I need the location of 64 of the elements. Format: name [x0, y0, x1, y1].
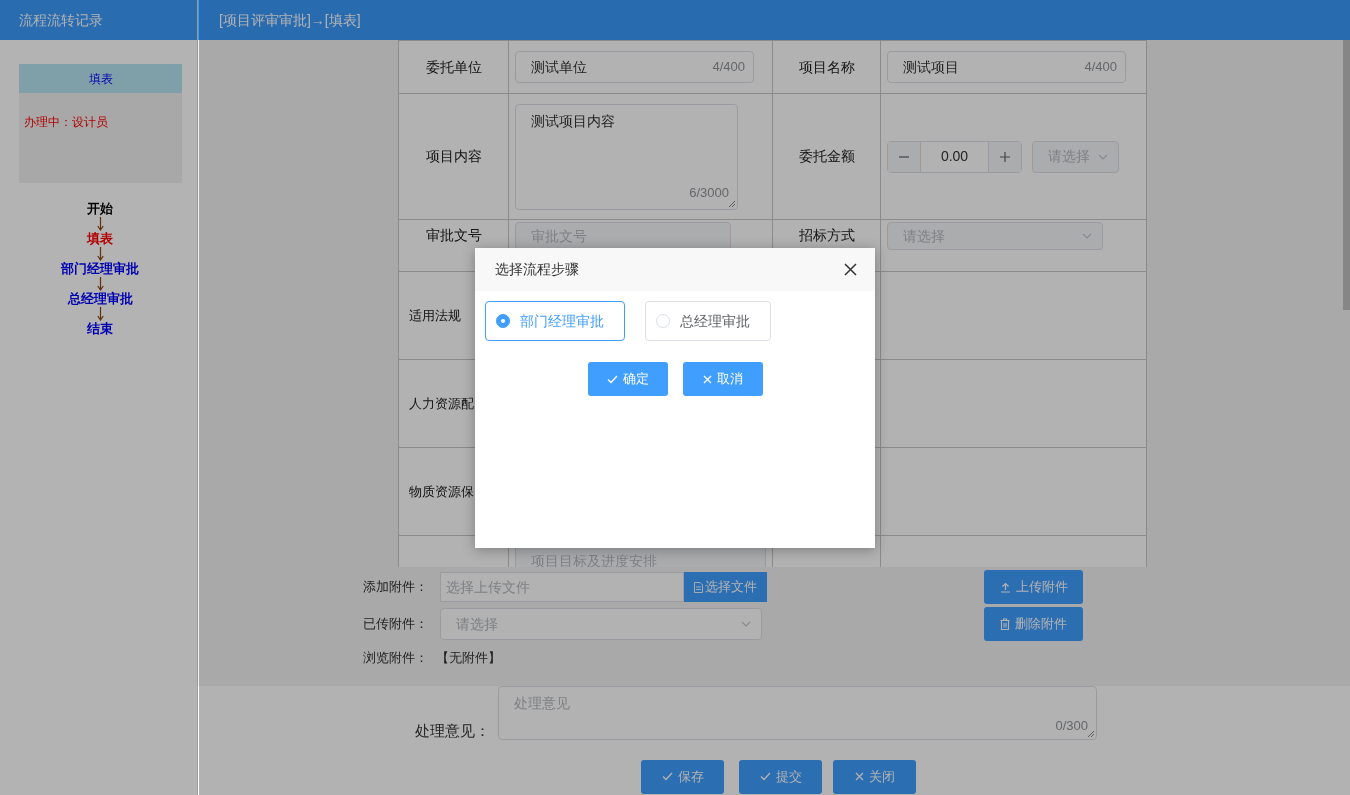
field-label: 项目内容: [425, 147, 482, 166]
check-icon: [661, 772, 673, 781]
scrollbar[interactable]: [1343, 40, 1350, 310]
plus-icon: [999, 150, 1011, 163]
check-icon: [759, 772, 771, 781]
arrow-down-icon: [96, 217, 104, 231]
save-button[interactable]: 保存: [641, 759, 724, 794]
field-label: 委托单位: [425, 57, 482, 77]
character-counter: 6/3000: [689, 184, 729, 202]
submit-button[interactable]: 提交: [739, 759, 822, 794]
character-counter: 4/400: [712, 58, 745, 77]
field-label: 物质资源保: [409, 482, 474, 501]
arrow-down-icon: [96, 307, 104, 321]
arrow-down-icon: [96, 277, 104, 291]
close-icon: [844, 263, 857, 276]
chevron-down-icon: [1082, 233, 1092, 239]
field-label: 项目名称: [798, 57, 855, 77]
check-icon: [606, 374, 618, 384]
text-area[interactable]: 测试项目内容 6/3000: [515, 103, 738, 210]
flow-step: 开始: [87, 201, 113, 217]
chevron-down-icon: [741, 621, 751, 627]
trash-icon: [1000, 618, 1010, 630]
field-label: 已传附件：: [363, 615, 428, 634]
close-button[interactable]: 关闭: [833, 759, 916, 794]
delete-attachment-button[interactable]: 删除附件: [984, 607, 1083, 641]
text-field[interactable]: 测试单位 4/400: [515, 51, 754, 83]
text-field[interactable]: 测试项目 4/400: [887, 51, 1126, 83]
cancel-button[interactable]: 取消: [682, 362, 763, 396]
flow-step: 总经理审批: [67, 291, 133, 307]
character-counter: 4/400: [1084, 58, 1117, 77]
file-icon: [694, 581, 703, 593]
resize-handle-icon: [1088, 731, 1094, 737]
character-counter: 0/300: [1055, 716, 1088, 735]
flow-step: 部门经理审批: [61, 261, 139, 277]
step-status: 办理中：设计员: [23, 114, 108, 131]
field-label: 审批文号: [425, 226, 482, 245]
attachment-value: 【无附件】: [436, 649, 501, 667]
field-label: 委托金额: [798, 147, 855, 166]
dialog-title: 选择流程步骤: [495, 260, 579, 279]
confirm-button[interactable]: 确定: [587, 362, 668, 396]
close-icon: [702, 374, 712, 384]
upload-icon: [999, 581, 1011, 593]
flow-step: 结束: [87, 321, 113, 337]
page-title: [项目评审审批]→[填表]: [219, 10, 361, 30]
increment-button[interactable]: [989, 141, 1021, 172]
sidebar-title: 流程流转记录: [19, 10, 103, 30]
step-title: 填表: [19, 64, 182, 93]
close-icon: [854, 772, 864, 781]
field-label: 浏览附件：: [363, 649, 428, 667]
upload-attachment-button[interactable]: 上传附件: [984, 570, 1083, 604]
flow-step: 填表: [87, 231, 113, 247]
close-button[interactable]: [844, 263, 857, 276]
chevron-down-icon: [1097, 153, 1108, 160]
decrement-button[interactable]: [888, 141, 920, 172]
field-label: 添加附件：: [363, 578, 428, 597]
choose-file-button[interactable]: 选择文件: [684, 572, 767, 602]
radio-option[interactable]: 部门经理审批: [485, 301, 625, 341]
field-label: 招标方式: [798, 226, 855, 245]
resize-handle-icon: [729, 200, 735, 207]
field-label: 处理意见：: [415, 721, 490, 741]
radio-option[interactable]: 总经理审批: [645, 301, 771, 341]
arrow-down-icon: [96, 247, 104, 261]
field-label: 人力资源配: [409, 394, 474, 413]
field-label: 适用法规: [409, 306, 461, 325]
